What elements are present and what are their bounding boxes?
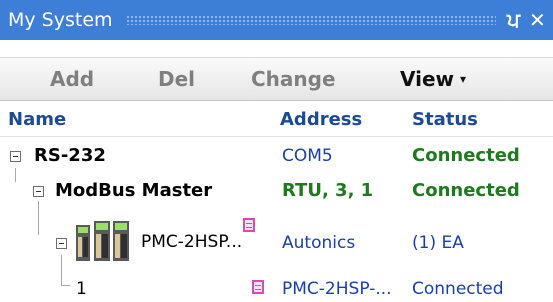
modbus-name: ModBus Master: [55, 180, 213, 201]
close-icon[interactable]: ✕: [529, 0, 546, 40]
del-button[interactable]: Del: [158, 58, 195, 100]
document-icon: [243, 218, 255, 232]
device-name: PMC-2HSP...: [141, 232, 243, 252]
view-label: View: [400, 67, 455, 91]
chevron-down-icon: ▾: [460, 72, 467, 86]
collapse-icon[interactable]: [56, 238, 67, 249]
device-status: (1) EA: [412, 233, 464, 253]
unit-status: Connected: [412, 279, 504, 299]
change-button[interactable]: Change: [251, 58, 336, 100]
window-title: My System: [8, 9, 113, 31]
titlebar-grip: [126, 15, 496, 25]
collapse-icon[interactable]: [33, 186, 44, 197]
view-menu-button[interactable]: View ▾: [400, 58, 466, 100]
rs232-status: Connected: [412, 145, 520, 166]
pin-icon[interactable]: ਪ: [507, 0, 520, 40]
rs232-name: RS-232: [34, 145, 106, 166]
device-address: Autonics: [282, 233, 356, 253]
unit-address: PMC-2HSP-...: [282, 279, 392, 299]
tree-row-device[interactable]: PMC-2HSP... Autonics (1) EA: [0, 218, 553, 266]
add-button[interactable]: Add: [50, 58, 94, 100]
tree-row-rs232[interactable]: RS-232 COM5 Connected: [0, 145, 553, 171]
document-icon: [252, 280, 264, 294]
modbus-status: Connected: [412, 180, 520, 201]
tree-row-unit[interactable]: 1 PMC-2HSP-... Connected: [0, 276, 553, 302]
column-header: Name Address Status: [0, 104, 553, 137]
window-titlebar: My System ਪ ✕: [0, 0, 553, 40]
rs232-address: COM5: [282, 146, 333, 166]
motion-controller-icon: [76, 221, 129, 261]
modbus-address: RTU, 3, 1: [282, 180, 374, 201]
unit-name: 1: [76, 279, 87, 299]
column-header-address[interactable]: Address: [280, 104, 362, 136]
collapse-icon[interactable]: [10, 151, 21, 162]
tree-row-modbus[interactable]: ModBus Master RTU, 3, 1 Connected: [0, 180, 553, 206]
column-header-status[interactable]: Status: [412, 104, 478, 136]
toolbar: Add Del Change View ▾: [0, 57, 553, 101]
column-header-name[interactable]: Name: [8, 104, 66, 136]
